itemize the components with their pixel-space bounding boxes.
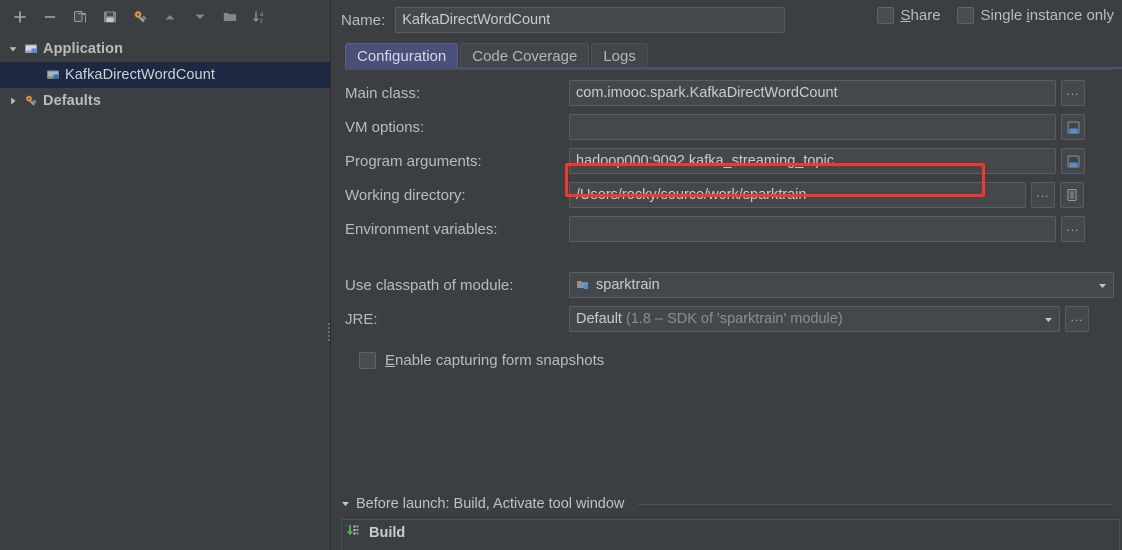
tab-configuration[interactable]: Configuration (345, 43, 459, 69)
single-instance-label: Single instance only (980, 7, 1114, 24)
expand-macro-icon[interactable] (1061, 114, 1085, 140)
checkbox-box[interactable] (359, 352, 376, 369)
name-label: Name: (341, 11, 386, 29)
name-input[interactable]: KafkaDirectWordCount (395, 7, 786, 33)
use-classpath-label: Use classpath of module: (345, 276, 514, 294)
share-checkbox[interactable]: Share (876, 7, 941, 24)
working-directory-input[interactable]: /Users/rocky/source/work/sparktrain (569, 182, 1026, 208)
use-classpath-combobox[interactable]: sparktrain (569, 272, 1114, 298)
tree-item-label: Application (43, 41, 124, 57)
program-arguments-row: Program arguments: hadoop000:9092 kafka_… (345, 144, 1122, 178)
tree-item-application[interactable]: Application (0, 36, 330, 62)
main-class-input[interactable]: com.imooc.spark.KafkaDirectWordCount (569, 80, 1056, 106)
wrench-icon[interactable] (126, 4, 154, 30)
wrench-icon (22, 94, 40, 108)
main-class-browse-button[interactable]: ... (1061, 80, 1085, 106)
use-classpath-row: Use classpath of module: sparktrain (345, 268, 1122, 302)
tree-item-kafkadirectwordcount[interactable]: KafkaDirectWordCount (0, 62, 330, 88)
tab-active-underline (345, 67, 1122, 69)
checkbox-box[interactable] (876, 7, 894, 24)
jre-row: JRE: Default (1.8 – SDK of 'sparktrain' … (345, 302, 1122, 336)
environment-variables-row: Environment variables: ... (345, 212, 1122, 246)
run-configurations-dialog: a z Application KafkaDirectWordCount Def… (0, 0, 1122, 550)
add-button[interactable] (6, 4, 34, 30)
module-icon (576, 278, 590, 292)
environment-variables-input[interactable] (569, 216, 1056, 242)
configuration-form: Main class: com.imooc.spark.KafkaDirectW… (331, 70, 1122, 369)
tree-item-label: Defaults (43, 93, 102, 109)
tab-logs[interactable]: Logs (591, 43, 648, 69)
single-instance-checkbox[interactable]: Single instance only (956, 7, 1114, 24)
sidebar-toolbar: a z (0, 0, 330, 34)
vm-options-row: VM options: (345, 110, 1122, 144)
main-class-label: Main class: (345, 84, 421, 102)
svg-text:z: z (260, 19, 263, 25)
before-launch-section: Before launch: Build, Activate tool wind… (331, 493, 1122, 550)
vm-options-label: VM options: (345, 118, 425, 136)
triangle-right-icon[interactable] (4, 96, 22, 106)
sort-az-icon[interactable]: a z (246, 4, 274, 30)
before-launch-header[interactable]: Before launch: Build, Activate tool wind… (341, 493, 1122, 515)
header-checkbox-group: Share Single instance only (876, 7, 1114, 24)
vm-options-input[interactable] (569, 114, 1056, 140)
jre-value-detail: (1.8 – SDK of 'sparktrain' module) (625, 311, 843, 327)
use-classpath-value[interactable]: sparktrain (569, 272, 1092, 298)
environment-variables-label: Environment variables: (345, 220, 498, 238)
before-launch-task-label: Build (369, 525, 406, 541)
jre-value-default: Default (576, 311, 622, 327)
application-icon (22, 42, 40, 56)
save-icon[interactable] (96, 4, 124, 30)
working-directory-row: Working directory: /Users/rocky/source/w… (345, 178, 1122, 212)
tree-item-label: KafkaDirectWordCount (65, 67, 216, 83)
working-directory-label: Working directory: (345, 186, 466, 204)
checkbox-box[interactable] (956, 7, 974, 24)
before-launch-task-build[interactable]: Build (342, 520, 1119, 546)
environment-variables-browse-button[interactable]: ... (1061, 216, 1085, 242)
folder-icon[interactable] (216, 4, 244, 30)
program-arguments-label: Program arguments: (345, 152, 482, 170)
arrow-down-icon[interactable] (186, 4, 214, 30)
jre-value[interactable]: Default (1.8 – SDK of 'sparktrain' modul… (569, 306, 1038, 332)
arrow-up-icon[interactable] (156, 4, 184, 30)
enable-snapshots-label: Enable capturing form snapshots (385, 352, 605, 369)
triangle-down-icon[interactable] (4, 44, 22, 54)
share-label: Share (900, 7, 941, 24)
chevron-down-icon[interactable] (1092, 272, 1114, 298)
working-directory-browse-button[interactable]: ... (1031, 182, 1055, 208)
remove-button[interactable] (36, 4, 64, 30)
jre-browse-button[interactable]: ... (1065, 306, 1089, 332)
before-launch-task-list[interactable]: Build (341, 519, 1120, 550)
configurations-tree[interactable]: Application KafkaDirectWordCount Default… (0, 34, 330, 114)
application-icon (44, 68, 62, 82)
tree-item-defaults[interactable]: Defaults (0, 88, 330, 114)
before-launch-title: Before launch: Build, Activate tool wind… (356, 496, 625, 512)
jre-combobox[interactable]: Default (1.8 – SDK of 'sparktrain' modul… (569, 306, 1060, 332)
build-icon (347, 523, 363, 543)
configuration-editor-panel: Name: KafkaDirectWordCount Share Single … (331, 0, 1122, 550)
configurations-sidebar: a z Application KafkaDirectWordCount Def… (0, 0, 334, 550)
macro-list-icon[interactable] (1060, 182, 1084, 208)
jre-label: JRE: (345, 310, 378, 328)
triangle-down-icon[interactable] (341, 496, 350, 512)
use-classpath-text: sparktrain (596, 277, 660, 293)
expand-macro-icon[interactable] (1061, 148, 1085, 174)
svg-text:a: a (260, 12, 264, 18)
enable-snapshots-checkbox[interactable]: Enable capturing form snapshots (359, 352, 1122, 369)
tab-code-coverage[interactable]: Code Coverage (460, 43, 590, 69)
main-class-row: Main class: com.imooc.spark.KafkaDirectW… (345, 76, 1122, 110)
before-launch-divider (638, 503, 1112, 505)
program-arguments-input[interactable]: hadoop000:9092 kafka_streaming_topic (569, 148, 1056, 174)
copy-icon[interactable] (66, 4, 94, 30)
editor-tabs[interactable]: Configuration Code Coverage Logs (345, 42, 1122, 69)
chevron-down-icon[interactable] (1038, 306, 1060, 332)
